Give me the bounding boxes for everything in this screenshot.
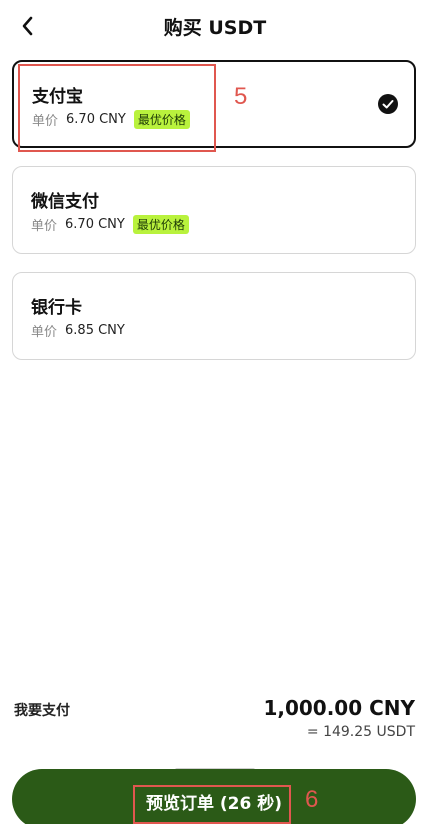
payment-method-wechat[interactable]: 微信支付 单价 6.70 CNY 最优价格 [12, 166, 416, 254]
best-price-badge: 最优价格 [132, 215, 189, 234]
pay-amount: 1,000.00 CNY [263, 696, 415, 720]
price-row: 单价 6.70 CNY 最优价格 [31, 215, 189, 234]
price-row: 单价 6.85 CNY [31, 321, 125, 340]
pay-equivalent: = 149.25 USDT [306, 724, 415, 740]
pay-label: 我要支付 [14, 703, 70, 719]
page-title: 购买 USDT [163, 17, 267, 39]
header: 购买 USDT [0, 0, 430, 52]
annotation-box-2 [133, 785, 291, 824]
checkmark-icon [378, 94, 398, 114]
annotation-box-1 [18, 64, 216, 152]
price-value: 6.85 CNY [65, 323, 125, 338]
annotation-label-2: 6 [305, 786, 319, 813]
annotation-label-1: 5 [234, 83, 248, 110]
price-label: 单价 [31, 219, 58, 234]
method-name: 银行卡 [31, 298, 82, 318]
price-value: 6.70 CNY [65, 217, 125, 232]
method-name: 微信支付 [31, 192, 99, 212]
price-label: 单价 [31, 325, 58, 340]
payment-method-bank-card[interactable]: 银行卡 单价 6.85 CNY [12, 272, 416, 360]
